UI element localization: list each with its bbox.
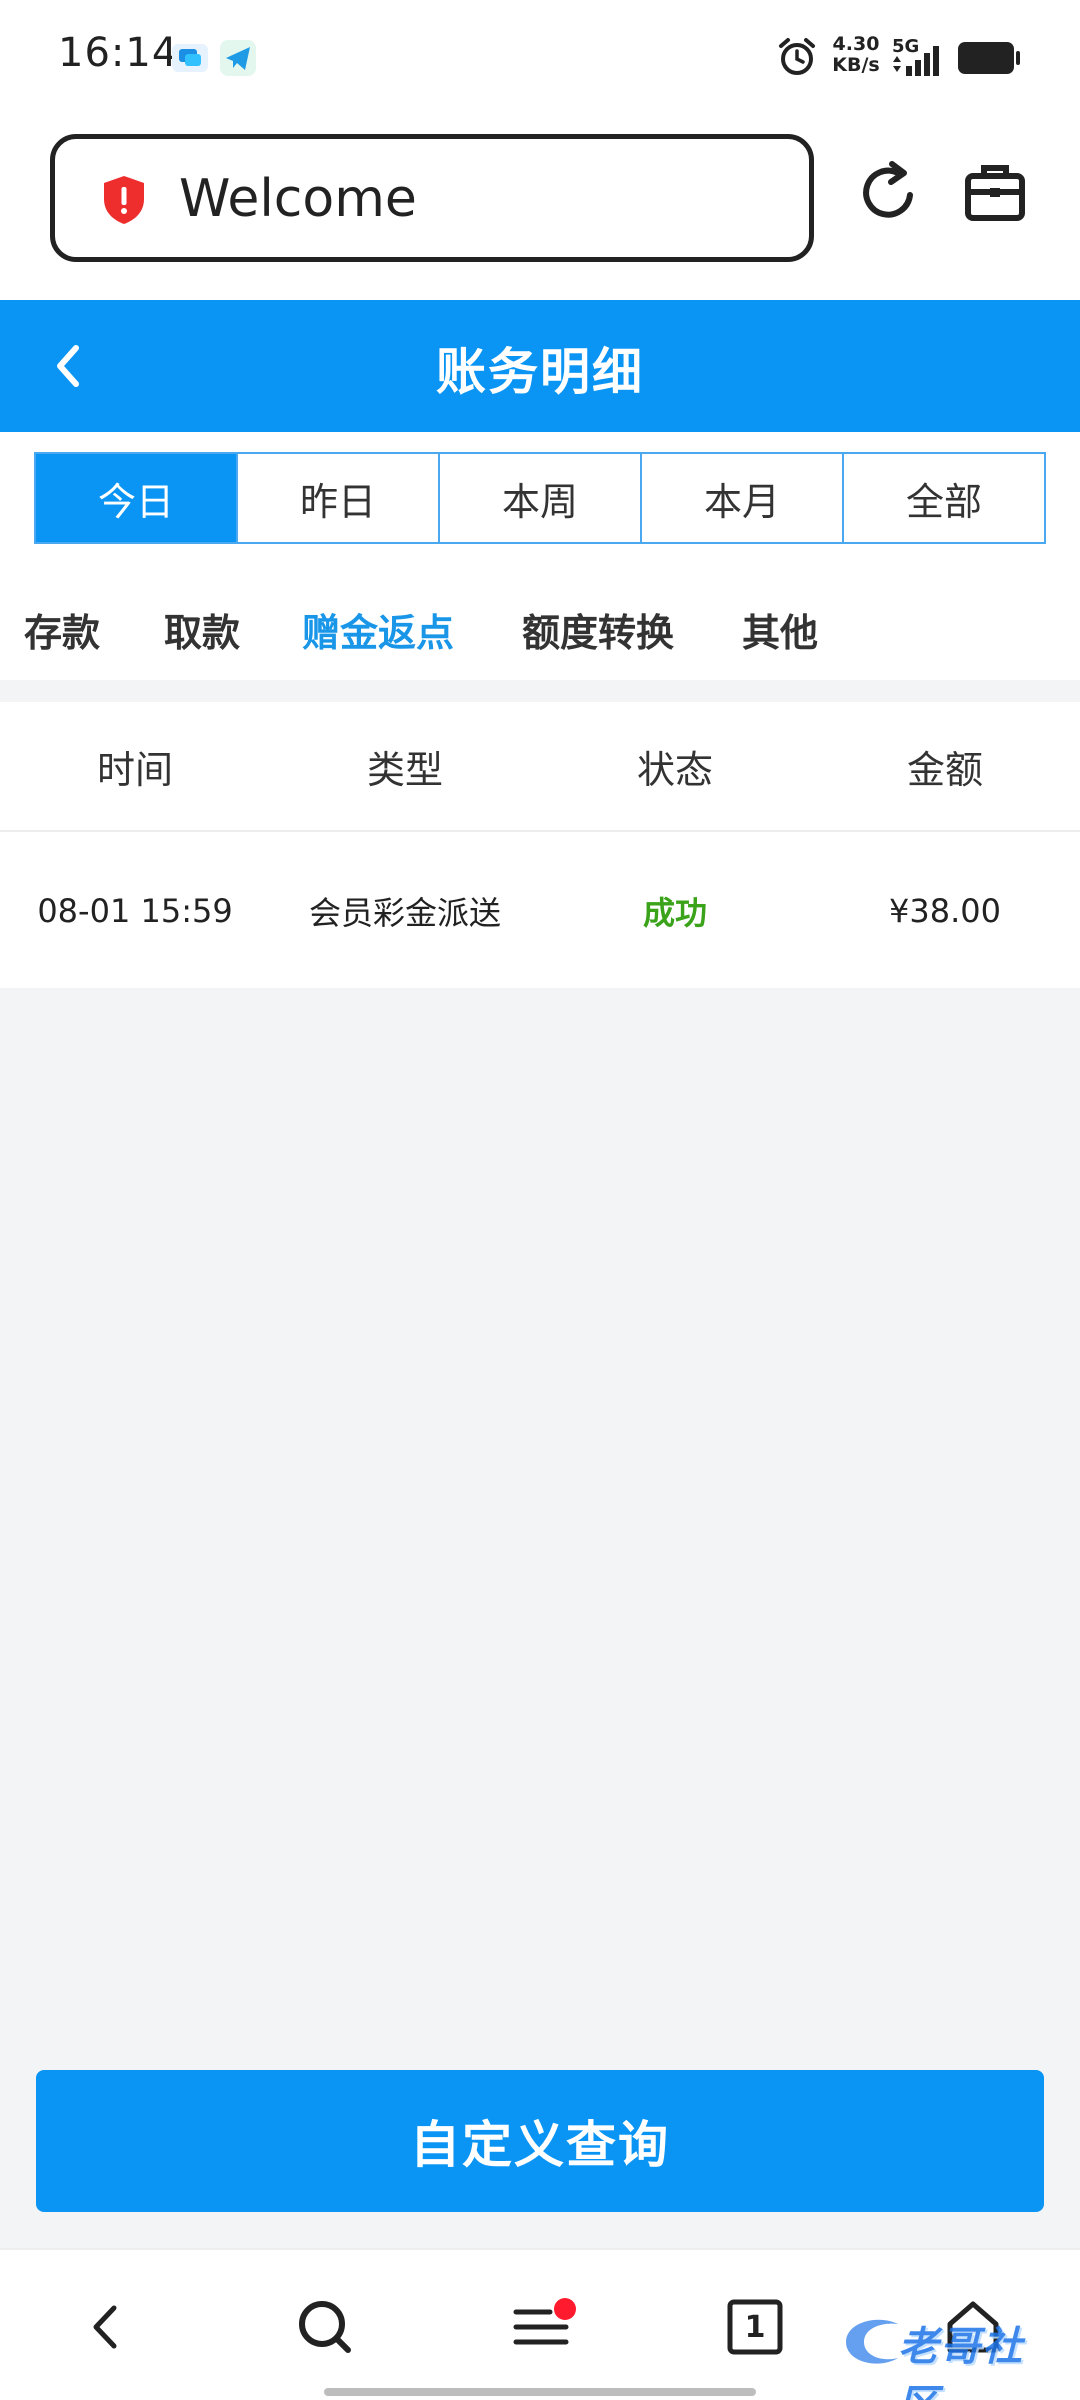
row-time: 08-01 15:59 [37, 892, 233, 930]
shield-alert-icon[interactable] [97, 173, 151, 227]
custom-query-button[interactable]: 自定义查询 [36, 2070, 1044, 2212]
notification-dot [554, 2298, 576, 2320]
battery-icon [958, 42, 1020, 74]
tab-all[interactable]: 全部 [842, 454, 1044, 542]
network-speed: 4.30 KB/s [826, 34, 886, 76]
status-bar: 16:14 4.30 KB/s 5G [0, 0, 1080, 120]
tab-this-week[interactable]: 本周 [438, 454, 640, 542]
column-time: 时间 [96, 747, 173, 792]
column-type: 类型 [366, 747, 443, 792]
tab-deposit[interactable]: 存款 [24, 602, 100, 657]
records-table: 时间 类型 状态 金额 08-01 15:59 会员彩金派送 成功 ¥38.00 [0, 702, 1080, 988]
address-bar[interactable]: Welcome [50, 134, 814, 262]
watermark-text: 老哥社区 [898, 2324, 1024, 2400]
page-header: 账务明细 [0, 300, 1080, 432]
table-row[interactable]: 08-01 15:59 会员彩金派送 成功 ¥38.00 [0, 834, 1080, 988]
telegram-icon [220, 40, 256, 76]
tab-count: 1 [744, 2309, 766, 2345]
row-type: 会员彩金派送 [308, 894, 501, 932]
tab-other[interactable]: 其他 [742, 602, 818, 657]
back-icon[interactable] [76, 2296, 138, 2358]
toolbox-icon[interactable] [962, 160, 1028, 226]
tabs-button[interactable]: 1 [724, 2296, 786, 2358]
refresh-icon[interactable] [854, 158, 924, 228]
period-filter: 今日 昨日 本周 本月 全部 [0, 432, 1080, 562]
category-tabs: 存款 取款 赠金返点 额度转换 其他 [0, 562, 1080, 680]
column-amount: 金额 [906, 747, 983, 792]
network-speed-unit: KB/s [832, 54, 880, 76]
tab-today[interactable]: 今日 [36, 454, 236, 542]
table-header: 时间 类型 状态 金额 [0, 702, 1080, 832]
tab-this-month[interactable]: 本月 [640, 454, 842, 542]
search-icon[interactable] [294, 2296, 356, 2358]
chat-notification-icon [172, 44, 208, 72]
status-time: 16:14 [58, 30, 179, 76]
period-tabs: 今日 昨日 本周 本月 全部 [34, 452, 1046, 544]
tab-withdraw[interactable]: 取款 [164, 602, 240, 657]
page-title: 账务明细 [436, 343, 644, 401]
tab-credit-transfer[interactable]: 额度转换 [522, 602, 674, 657]
watermark-logo: 老哥社区 [838, 2308, 1064, 2400]
bottom-navigation: 1 老哥社区 [0, 2248, 1080, 2400]
browser-toolbar: Welcome [0, 120, 1080, 300]
tab-bonus-rebate[interactable]: 赠金返点 [302, 602, 454, 657]
alarm-icon [779, 38, 815, 75]
signal-icon [893, 46, 939, 76]
tab-yesterday[interactable]: 昨日 [236, 454, 438, 542]
home-indicator[interactable] [324, 2388, 756, 2396]
row-amount: ¥38.00 [889, 892, 1001, 930]
network-speed-value: 4.30 [832, 33, 880, 55]
row-status: 成功 [642, 894, 707, 932]
column-status: 状态 [636, 747, 713, 792]
address-text[interactable]: Welcome [179, 169, 417, 229]
